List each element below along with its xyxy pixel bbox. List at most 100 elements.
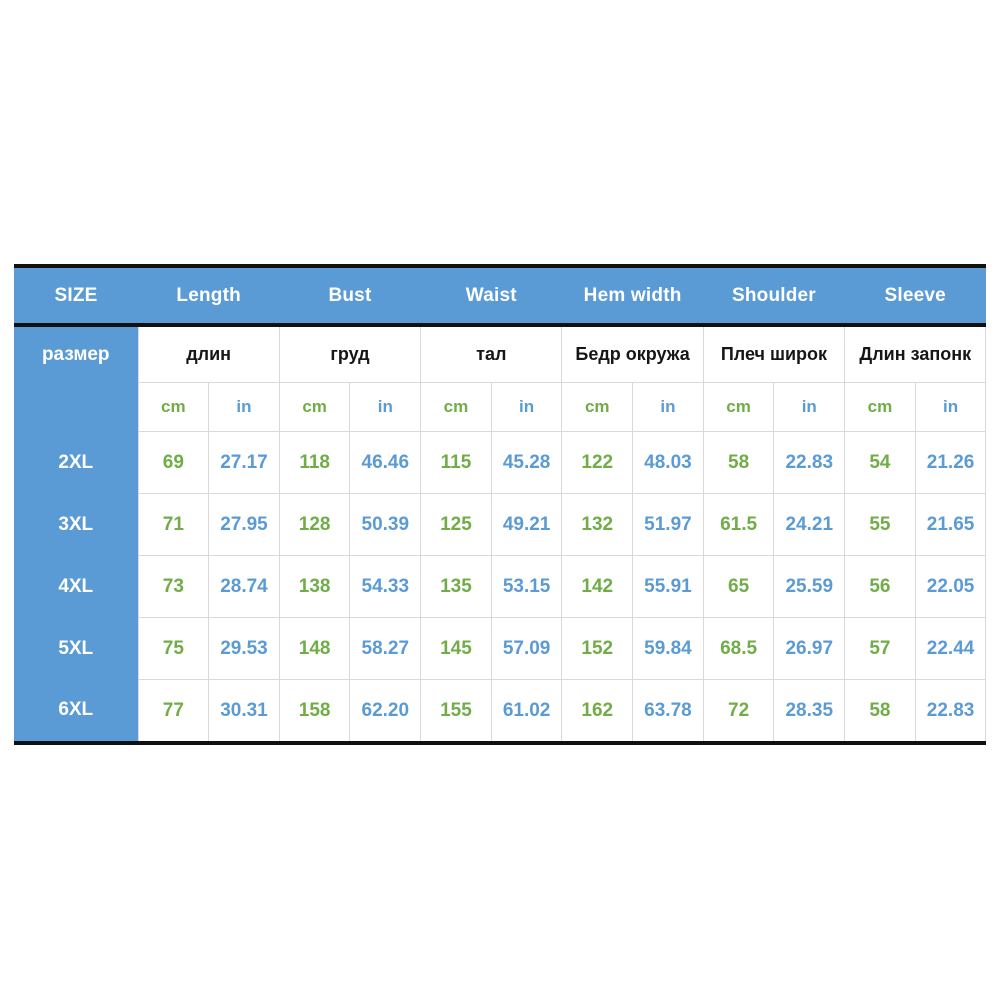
cell-in: 50.39 <box>349 493 422 556</box>
cell-in: 26.97 <box>773 617 846 680</box>
header-unit-cm-3: cm <box>561 382 634 432</box>
cell-cm: 55 <box>844 493 916 556</box>
cell-in: 27.95 <box>208 493 280 556</box>
cell-in: 27.17 <box>208 431 280 494</box>
cell-cm: 122 <box>561 431 634 494</box>
cell-cm: 152 <box>561 617 634 680</box>
cell-cm: 73 <box>137 555 210 618</box>
cell-in: 51.97 <box>632 493 704 556</box>
header-unit-cm-2: cm <box>420 382 492 432</box>
cell-cm: 118 <box>278 431 351 494</box>
table-row: 6XL 77 30.31 158 62.20 155 61.02 162 63.78 72 28.3… <box>14 679 987 744</box>
cell-in: 21.65 <box>914 493 987 556</box>
cell-in: 25.59 <box>773 555 846 618</box>
cell-in: 49.21 <box>490 493 563 556</box>
row-size-label: 3XL <box>14 493 138 556</box>
row-size-label: 4XL <box>14 555 138 618</box>
cell-in: 22.83 <box>914 679 987 744</box>
cell-in: 21.26 <box>914 431 987 494</box>
header-measure-ru-2: тал <box>420 324 563 383</box>
cell-in: 55.91 <box>632 555 704 618</box>
header-unit-in-0: in <box>208 382 280 432</box>
header-units-spacer <box>14 382 138 432</box>
cell-cm: 158 <box>278 679 351 744</box>
cell-cm: 145 <box>420 617 492 680</box>
cell-cm: 138 <box>278 555 351 618</box>
cell-in: 48.03 <box>632 431 704 494</box>
header-measure-ru-1: груд <box>278 324 422 383</box>
header-measure-en-0: Length <box>138 266 280 327</box>
cell-cm: 61.5 <box>702 493 775 556</box>
header-unit-cm-1: cm <box>278 382 351 432</box>
cell-cm: 75 <box>137 617 210 680</box>
header-row-russian: размер длин груд тал Бедр окружа Плеч широк Дл… <box>14 324 987 383</box>
cell-in: 24.21 <box>773 493 846 556</box>
cell-cm: 68.5 <box>702 617 775 680</box>
cell-in: 22.83 <box>773 431 846 494</box>
cell-in: 28.74 <box>208 555 280 618</box>
cell-cm: 128 <box>278 493 351 556</box>
size-chart-table: SIZE Length Bust Waist Hem width Shoulder Slee… <box>14 264 987 745</box>
cell-cm: 57 <box>844 617 916 680</box>
header-row-english: SIZE Length Bust Waist Hem width Shoulder Slee… <box>14 266 986 327</box>
cell-cm: 132 <box>561 493 634 556</box>
table-row: 4XL 73 28.74 138 54.33 135 53.15 142 55.91 65 25.5… <box>14 555 987 618</box>
cell-in: 53.15 <box>490 555 563 618</box>
cell-cm: 58 <box>844 679 916 744</box>
header-measure-en-2: Waist <box>420 266 562 327</box>
header-unit-in-5: in <box>914 382 987 432</box>
cell-in: 29.53 <box>208 617 280 680</box>
cell-in: 63.78 <box>632 679 704 744</box>
cell-cm: 162 <box>561 679 634 744</box>
cell-cm: 115 <box>420 431 492 494</box>
row-size-label: 6XL <box>14 679 138 743</box>
cell-cm: 155 <box>420 679 492 744</box>
cell-in: 59.84 <box>632 617 704 680</box>
header-unit-in-2: in <box>490 382 563 432</box>
cell-in: 57.09 <box>490 617 563 680</box>
cell-cm: 58 <box>702 431 775 494</box>
cell-in: 61.02 <box>490 679 563 744</box>
cell-cm: 135 <box>420 555 492 618</box>
cell-in: 58.27 <box>349 617 422 680</box>
cell-cm: 69 <box>137 431 210 494</box>
header-measure-en-1: Bust <box>279 266 421 327</box>
cell-cm: 72 <box>702 679 775 744</box>
table-row: 5XL 75 29.53 148 58.27 145 57.09 152 59.84 68.5 26… <box>14 617 987 680</box>
header-measure-en-3: Hem width <box>561 266 704 327</box>
cell-in: 45.28 <box>490 431 563 494</box>
cell-in: 62.20 <box>349 679 422 744</box>
header-unit-in-4: in <box>773 382 846 432</box>
cell-cm: 54 <box>844 431 916 494</box>
header-measure-ru-0: длин <box>137 324 280 383</box>
row-size-label: 2XL <box>14 431 138 494</box>
cell-cm: 125 <box>420 493 492 556</box>
cell-in: 28.35 <box>773 679 846 744</box>
size-chart-container: SIZE Length Bust Waist Hem width Shoulder Slee… <box>14 264 987 745</box>
cell-in: 30.31 <box>208 679 280 744</box>
header-size-ru: размер <box>14 325 138 383</box>
cell-cm: 56 <box>844 555 916 618</box>
header-unit-in-1: in <box>349 382 422 432</box>
cell-cm: 148 <box>278 617 351 680</box>
header-unit-cm-4: cm <box>702 382 775 432</box>
cell-cm: 142 <box>561 555 634 618</box>
cell-in: 54.33 <box>349 555 422 618</box>
header-unit-cm-5: cm <box>844 382 916 432</box>
header-row-units: cm in cm in cm in cm in cm in cm in <box>14 382 987 432</box>
row-size-label: 5XL <box>14 617 138 680</box>
cell-cm: 71 <box>137 493 210 556</box>
header-measure-en-4: Shoulder <box>703 266 845 327</box>
cell-in: 22.44 <box>914 617 987 680</box>
cell-in: 46.46 <box>349 431 422 494</box>
header-measure-ru-3: Бедр окружа <box>561 324 704 383</box>
header-unit-in-3: in <box>632 382 704 432</box>
header-measure-ru-5: Длин запонк <box>844 324 987 383</box>
header-unit-cm-0: cm <box>137 382 210 432</box>
table-row: 2XL 69 27.17 118 46.46 115 45.28 122 48.03 58 22.8… <box>14 431 987 494</box>
cell-in: 22.05 <box>914 555 987 618</box>
table-row: 3XL 71 27.95 128 50.39 125 49.21 132 51.97 61.5 24… <box>14 493 987 556</box>
header-size-en: SIZE <box>14 266 138 327</box>
cell-cm: 77 <box>137 679 210 744</box>
header-measure-en-5: Sleeve <box>844 266 986 327</box>
